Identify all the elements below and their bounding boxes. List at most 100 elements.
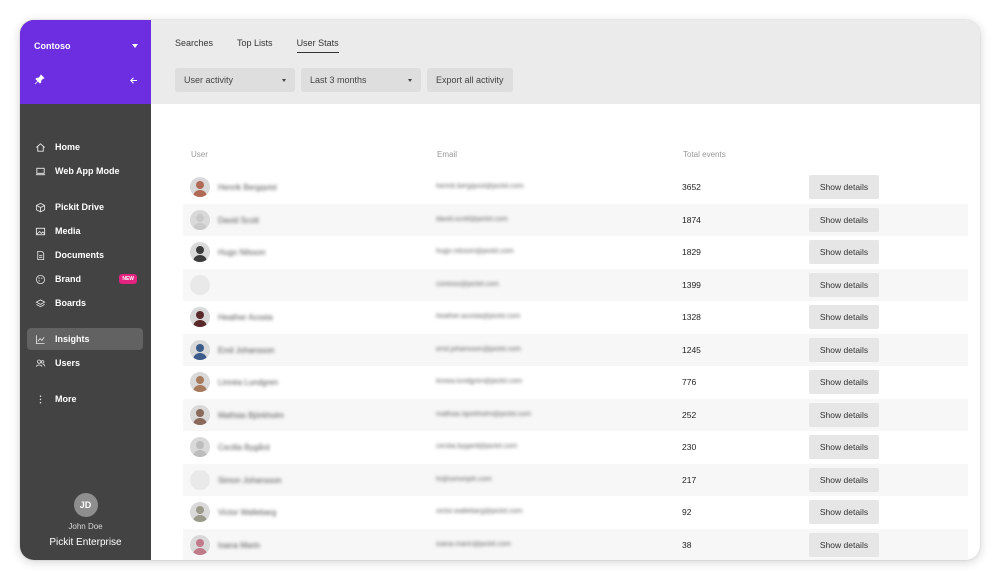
user-email: linnea.lundgren@pickit.com	[436, 378, 523, 385]
user-email: emil.johansson@pickit.com	[436, 345, 521, 353]
table-body: Henrik Bergqvist henrik.bergqvist@pickit.…	[183, 171, 968, 560]
tab-searches[interactable]: Searches	[175, 38, 213, 53]
sidebar-item-boards[interactable]: Boards	[27, 292, 143, 314]
sidebar: Contoso Home Web App Mode Pickit Drive M…	[20, 20, 151, 560]
app-window: Contoso Home Web App Mode Pickit Drive M…	[20, 20, 980, 560]
total-events: 776	[682, 377, 697, 387]
show-details-button[interactable]: Show details	[809, 402, 879, 427]
user-email: ioana.marin@pickit.com	[436, 540, 511, 548]
sidebar-footer: JD John Doe Pickit Enterprise	[20, 493, 151, 548]
show-details-button[interactable]: Show details	[809, 370, 879, 394]
new-badge: NEW	[119, 274, 137, 284]
org-name: Contoso	[34, 41, 71, 51]
chevron-down-icon	[282, 78, 286, 82]
tab-top-lists[interactable]: Top Lists	[237, 38, 273, 53]
total-events: 1245	[682, 344, 701, 355]
palette-icon	[34, 273, 46, 285]
sidebar-item-insights[interactable]: Insights	[27, 328, 143, 350]
show-details-button[interactable]: Show details	[809, 532, 879, 557]
show-details-button[interactable]: Show details	[809, 305, 879, 329]
total-events: 38	[682, 539, 692, 550]
user-avatar[interactable]: JD	[73, 493, 98, 517]
show-details-button[interactable]: Show details	[809, 467, 879, 492]
user-avatar	[190, 339, 210, 360]
tab-user-stats[interactable]: User Stats	[296, 38, 339, 53]
filter-controls: User activity Last 3 months Export all a…	[175, 68, 513, 92]
user-name: John Doe	[68, 522, 103, 531]
user-avatar	[190, 372, 210, 392]
total-events: 1829	[682, 247, 701, 257]
collapse-sidebar-icon[interactable]	[129, 76, 138, 87]
user-email: hugo.nilsson@pickit.com	[436, 248, 514, 255]
total-events: 217	[682, 474, 697, 485]
sidebar-item-label: Insights	[55, 334, 90, 344]
user-name: Victor Wallebarg	[218, 508, 277, 517]
total-events: 1399	[682, 279, 701, 290]
period-select[interactable]: Last 3 months	[301, 68, 421, 92]
sidebar-item-label: Pickit Drive	[55, 202, 105, 212]
user-email: david.scott@pickit.com	[436, 215, 508, 223]
activity-select[interactable]: User activity	[175, 68, 295, 92]
sidebar-item-media[interactable]: Media	[27, 220, 143, 242]
sidebar-item-label: Home	[55, 142, 81, 152]
show-details-button[interactable]: Show details	[809, 337, 879, 362]
show-details-button[interactable]: Show details	[809, 272, 879, 297]
user-email: cecilia.bygard@pickit.com	[436, 443, 518, 450]
sidebar-item-label: Boards	[55, 298, 87, 308]
user-avatar	[190, 437, 210, 457]
user-avatar	[190, 209, 210, 230]
user-stats-table: User Email Total events Henrik Bergqvist…	[183, 146, 968, 560]
column-header-email: Email	[437, 150, 458, 159]
user-avatar	[190, 274, 210, 295]
column-header-total-events: Total events	[683, 150, 726, 159]
org-switcher[interactable]: Contoso	[34, 41, 138, 51]
total-events: 92	[682, 507, 692, 517]
show-details-button[interactable]: Show details	[809, 500, 879, 524]
total-events: 1874	[682, 214, 701, 225]
show-details-button[interactable]: Show details	[809, 435, 879, 459]
table-row: Ioana Marin ioana.marin@pickit.com 38 Show …	[183, 528, 968, 560]
total-events: 252	[682, 409, 697, 420]
pin-icon[interactable]	[34, 74, 45, 88]
top-bar: Searches Top Lists User Stats User activ…	[151, 20, 980, 104]
export-all-activity-button[interactable]: Export all activity	[427, 68, 513, 92]
total-events: 1328	[682, 312, 701, 322]
table-row: Heather Acosta heather.acosta@pickit.com 1…	[183, 301, 968, 334]
user-email: mathias.bjorkholm@pickit.com	[436, 410, 532, 418]
home-icon	[34, 141, 46, 153]
user-email: victor.wallebarg@pickit.com	[436, 508, 523, 515]
sidebar-item-web-app-mode[interactable]: Web App Mode	[27, 160, 143, 182]
user-name: Mathias Björkholm	[218, 410, 284, 420]
table-row: Hugo Nilsson hugo.nilsson@pickit.com 1829 S…	[183, 236, 968, 269]
user-name: Henrik Bergqvist	[218, 183, 277, 192]
sidebar-item-label: Media	[55, 226, 81, 236]
plan-name: Pickit Enterprise	[49, 537, 122, 548]
sidebar-item-more[interactable]: More	[27, 388, 143, 410]
user-avatar	[190, 502, 210, 522]
sidebar-item-documents[interactable]: Documents	[27, 244, 143, 266]
sidebar-item-home[interactable]: Home	[27, 136, 143, 158]
chevron-down-icon	[132, 44, 138, 48]
user-name: Cecilia Bygård	[218, 443, 270, 452]
table-row: Simon Johansson hi@simonjoh.com 217 Show de…	[183, 463, 968, 496]
table-row: Linnéa Lundgren linnea.lundgren@pickit.co…	[183, 366, 968, 399]
chart-line-icon	[34, 333, 46, 345]
sidebar-item-users[interactable]: Users	[27, 352, 143, 374]
table-row: Mathias Björkholm mathias.bjorkholm@picki…	[183, 398, 968, 431]
layers-icon	[34, 297, 46, 309]
table-header: User Email Total events	[183, 146, 968, 166]
sidebar-item-label: Users	[55, 358, 81, 368]
show-details-button[interactable]: Show details	[809, 207, 879, 232]
show-details-button[interactable]: Show details	[809, 175, 879, 199]
user-name: David Scott	[218, 215, 259, 225]
document-icon	[34, 249, 46, 261]
table-row: Cecilia Bygård cecilia.bygard@pickit.com 2…	[183, 431, 968, 464]
sidebar-item-label: Brand	[55, 274, 82, 284]
show-details-button[interactable]: Show details	[809, 240, 879, 264]
main-content: Searches Top Lists User Stats User activ…	[151, 20, 980, 560]
period-select-value: Last 3 months	[310, 75, 367, 85]
sidebar-item-brand[interactable]: Brand NEW	[27, 268, 143, 290]
user-name: Heather Acosta	[218, 313, 273, 322]
total-events: 230	[682, 442, 697, 452]
sidebar-item-pickit-drive[interactable]: Pickit Drive	[27, 196, 143, 218]
